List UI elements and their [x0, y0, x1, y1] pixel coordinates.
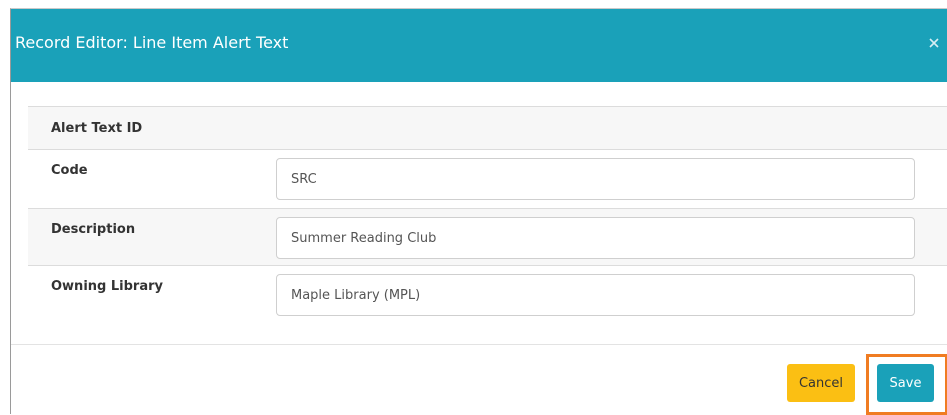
- owning-library-row: Owning Library: [28, 266, 947, 324]
- dialog-header: Record Editor: Line Item Alert Text: [11, 9, 947, 82]
- code-field[interactable]: [276, 158, 915, 200]
- cancel-button[interactable]: Cancel: [787, 364, 855, 402]
- alert-text-id-label: Alert Text ID: [51, 121, 143, 136]
- owning-library-field[interactable]: [276, 274, 915, 316]
- description-label: Description: [51, 222, 136, 237]
- description-field[interactable]: [276, 217, 915, 259]
- description-row: Description: [28, 208, 947, 266]
- record-editor-dialog: Record Editor: Line Item Alert Text Aler…: [10, 8, 947, 415]
- close-icon[interactable]: [927, 36, 941, 50]
- save-button[interactable]: Save: [877, 364, 934, 402]
- footer-divider: [11, 344, 947, 345]
- alert-text-id-row: Alert Text ID: [28, 106, 947, 150]
- code-row: Code: [28, 150, 947, 208]
- dialog-title: Record Editor: Line Item Alert Text: [15, 33, 289, 52]
- owning-library-label: Owning Library: [51, 279, 163, 294]
- code-label: Code: [51, 163, 88, 178]
